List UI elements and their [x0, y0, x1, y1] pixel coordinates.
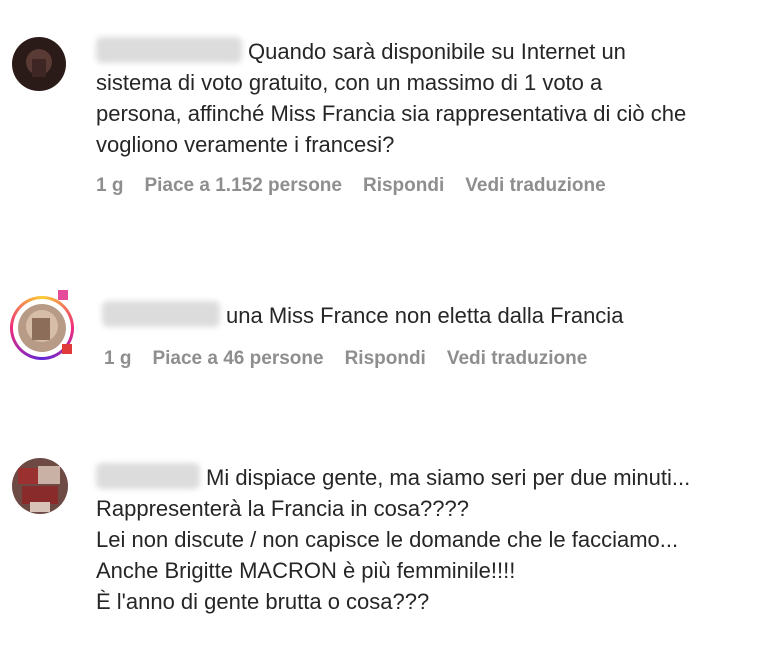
timestamp: 1 g: [104, 348, 132, 369]
username-blurred[interactable]: [102, 301, 220, 328]
see-translation-button[interactable]: Vedi traduzione: [465, 175, 605, 197]
comment-text: Mi dispiace gente, ma siamo seri per due…: [96, 463, 691, 614]
avatar[interactable]: [12, 458, 68, 514]
likes-count-link[interactable]: Piace a 1.152 persone: [144, 175, 342, 197]
avatar-pixel-decoration: [58, 290, 68, 300]
comment-actions: 1 g Piace a 1.152 persone Rispondi Vedi …: [96, 175, 606, 197]
comment-text: Quando sarà disponibile su Internet un s…: [96, 37, 687, 157]
reply-button[interactable]: Rispondi: [363, 175, 444, 197]
see-translation-button[interactable]: Vedi traduzione: [447, 348, 587, 370]
comment-text: una Miss France non eletta dalla Francia: [102, 300, 762, 331]
avatar[interactable]: [12, 37, 66, 91]
likes-count-link[interactable]: Piace a 46 persone: [152, 348, 323, 370]
avatar[interactable]: [18, 304, 66, 352]
comment-actions: 1 g Piace a 46 persone Rispondi Vedi tra…: [104, 348, 587, 370]
avatar-pixel-decoration: [62, 344, 72, 354]
username-blurred[interactable]: [96, 37, 242, 64]
username-blurred[interactable]: [96, 463, 200, 490]
timestamp: 1 g: [96, 175, 124, 196]
reply-button[interactable]: Rispondi: [345, 348, 426, 370]
